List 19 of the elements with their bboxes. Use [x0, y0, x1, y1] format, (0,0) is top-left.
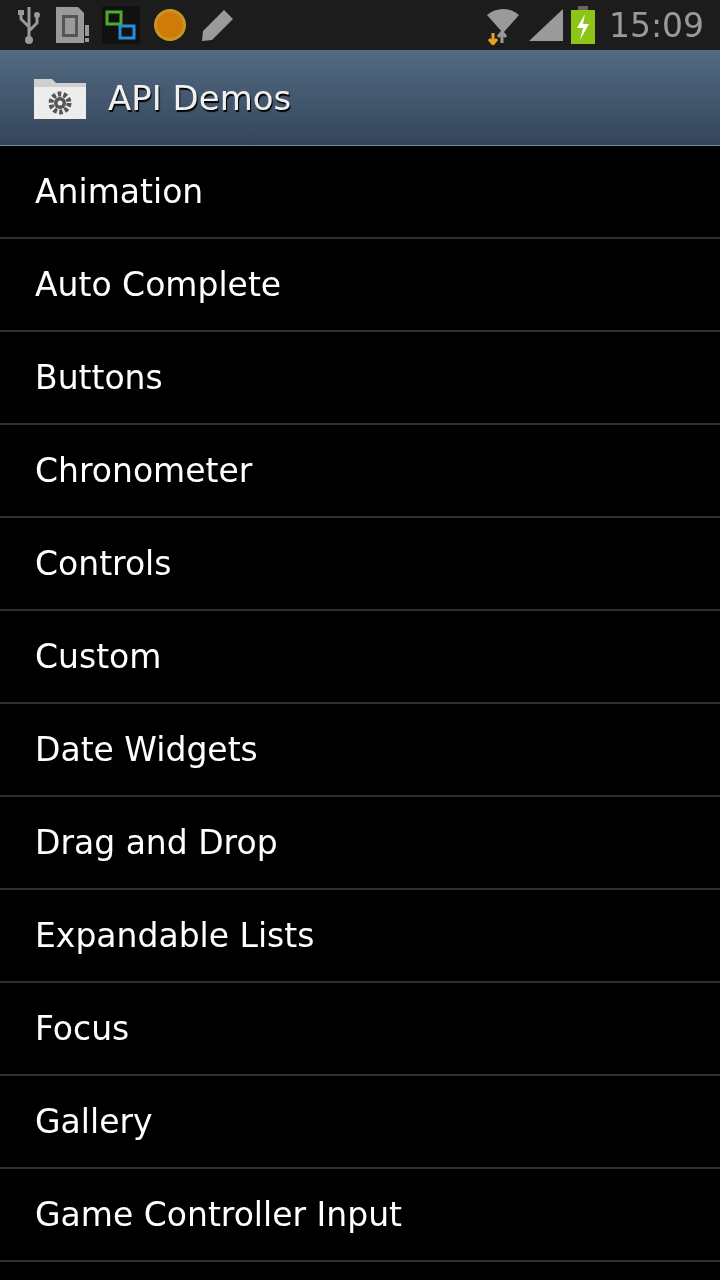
list-item[interactable]: Controls: [0, 518, 720, 611]
usb-icon: [16, 5, 42, 45]
list-item[interactable]: Date Widgets: [0, 704, 720, 797]
list-item[interactable]: Buttons: [0, 332, 720, 425]
sd-card-icon: [54, 5, 90, 45]
list-item[interactable]: Custom: [0, 611, 720, 704]
list-item[interactable]: Animation: [0, 146, 720, 239]
list-item[interactable]: Expandable Lists: [0, 890, 720, 983]
list-item[interactable]: Chronometer: [0, 425, 720, 518]
list-item[interactable]: Game Controller Input: [0, 1169, 720, 1262]
list-item[interactable]: Focus: [0, 983, 720, 1076]
list-item[interactable]: Drag and Drop: [0, 797, 720, 890]
signal-icon: [528, 9, 563, 41]
list-item[interactable]: Gallery: [0, 1076, 720, 1169]
app-title: API Demos: [108, 77, 292, 118]
pencil-icon: [200, 7, 236, 43]
list-item[interactable]: Auto Complete: [0, 239, 720, 332]
clock-time: 15:09: [608, 5, 704, 45]
battery-icon: [570, 6, 595, 44]
